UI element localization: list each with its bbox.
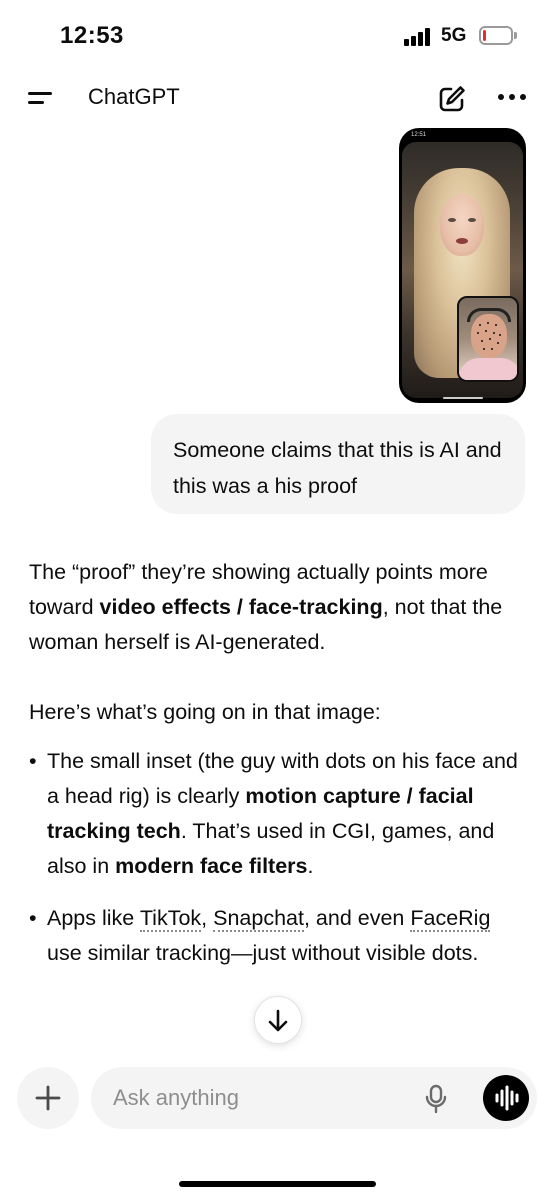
home-indicator [179,1181,376,1187]
text-segment: . [307,854,314,878]
phone-home-indicator [443,397,483,399]
plus-icon [35,1085,61,1111]
network-type: 5G [441,25,467,46]
text-segment: , [201,906,214,930]
link-tiktok[interactable]: TikTok [139,906,202,932]
assistant-paragraph-1: The “proof” they’re showing actually poi… [29,555,529,660]
battery-icon [479,26,513,45]
app-header: ChatGPT [0,72,554,124]
phone-screenshot [402,142,523,398]
status-time: 12:53 [60,22,124,49]
text-segment: , and even [303,906,411,930]
input-pill [91,1067,537,1129]
text-segment: use similar tracking—just without visibl… [47,941,479,965]
battery-cap [514,32,517,39]
attached-image[interactable]: 12:51 [399,128,526,403]
message-input[interactable] [113,1067,413,1129]
text-segment: Apps like [47,906,140,930]
scroll-to-bottom-button[interactable] [254,996,302,1044]
bullet-item-2: Apps like TikTok, Snapchat, and even Fac… [29,901,529,971]
composer [0,1058,554,1199]
add-attachment-button[interactable] [17,1067,79,1129]
voice-mode-button[interactable] [483,1075,529,1121]
bold-segment: video effects / face-tracking [99,595,383,619]
hamburger-menu-icon[interactable] [26,86,54,110]
battery-level-fill [483,30,486,41]
status-bar: 12:53 5G [0,0,554,72]
face-tracking-inset [457,296,519,382]
arrow-down-icon [268,1009,288,1032]
assistant-paragraph-2: Here’s what’s going on in that image: [29,700,381,724]
bullet-item-1: The small inset (the guy with dots on hi… [29,744,529,884]
microphone-icon[interactable] [425,1084,447,1114]
user-message-text: Someone claims that this is AI and this … [173,438,502,498]
link-facerig[interactable]: FaceRig [410,906,491,932]
voice-mode-icon [495,1085,519,1111]
woman-face [440,194,484,256]
user-message-bubble: Someone claims that this is AI and this … [151,414,525,514]
signal-strength-icon [404,28,434,46]
phone-status-time: 12:51 [411,132,427,138]
app-title[interactable]: ChatGPT [88,84,180,110]
more-dots-icon[interactable] [498,94,528,102]
assistant-message: The “proof” they’re showing actually poi… [29,555,529,988]
link-snapchat[interactable]: Snapchat [213,906,304,932]
bold-segment: modern face filters [115,854,308,878]
new-chat-pencil-icon[interactable] [436,83,468,115]
